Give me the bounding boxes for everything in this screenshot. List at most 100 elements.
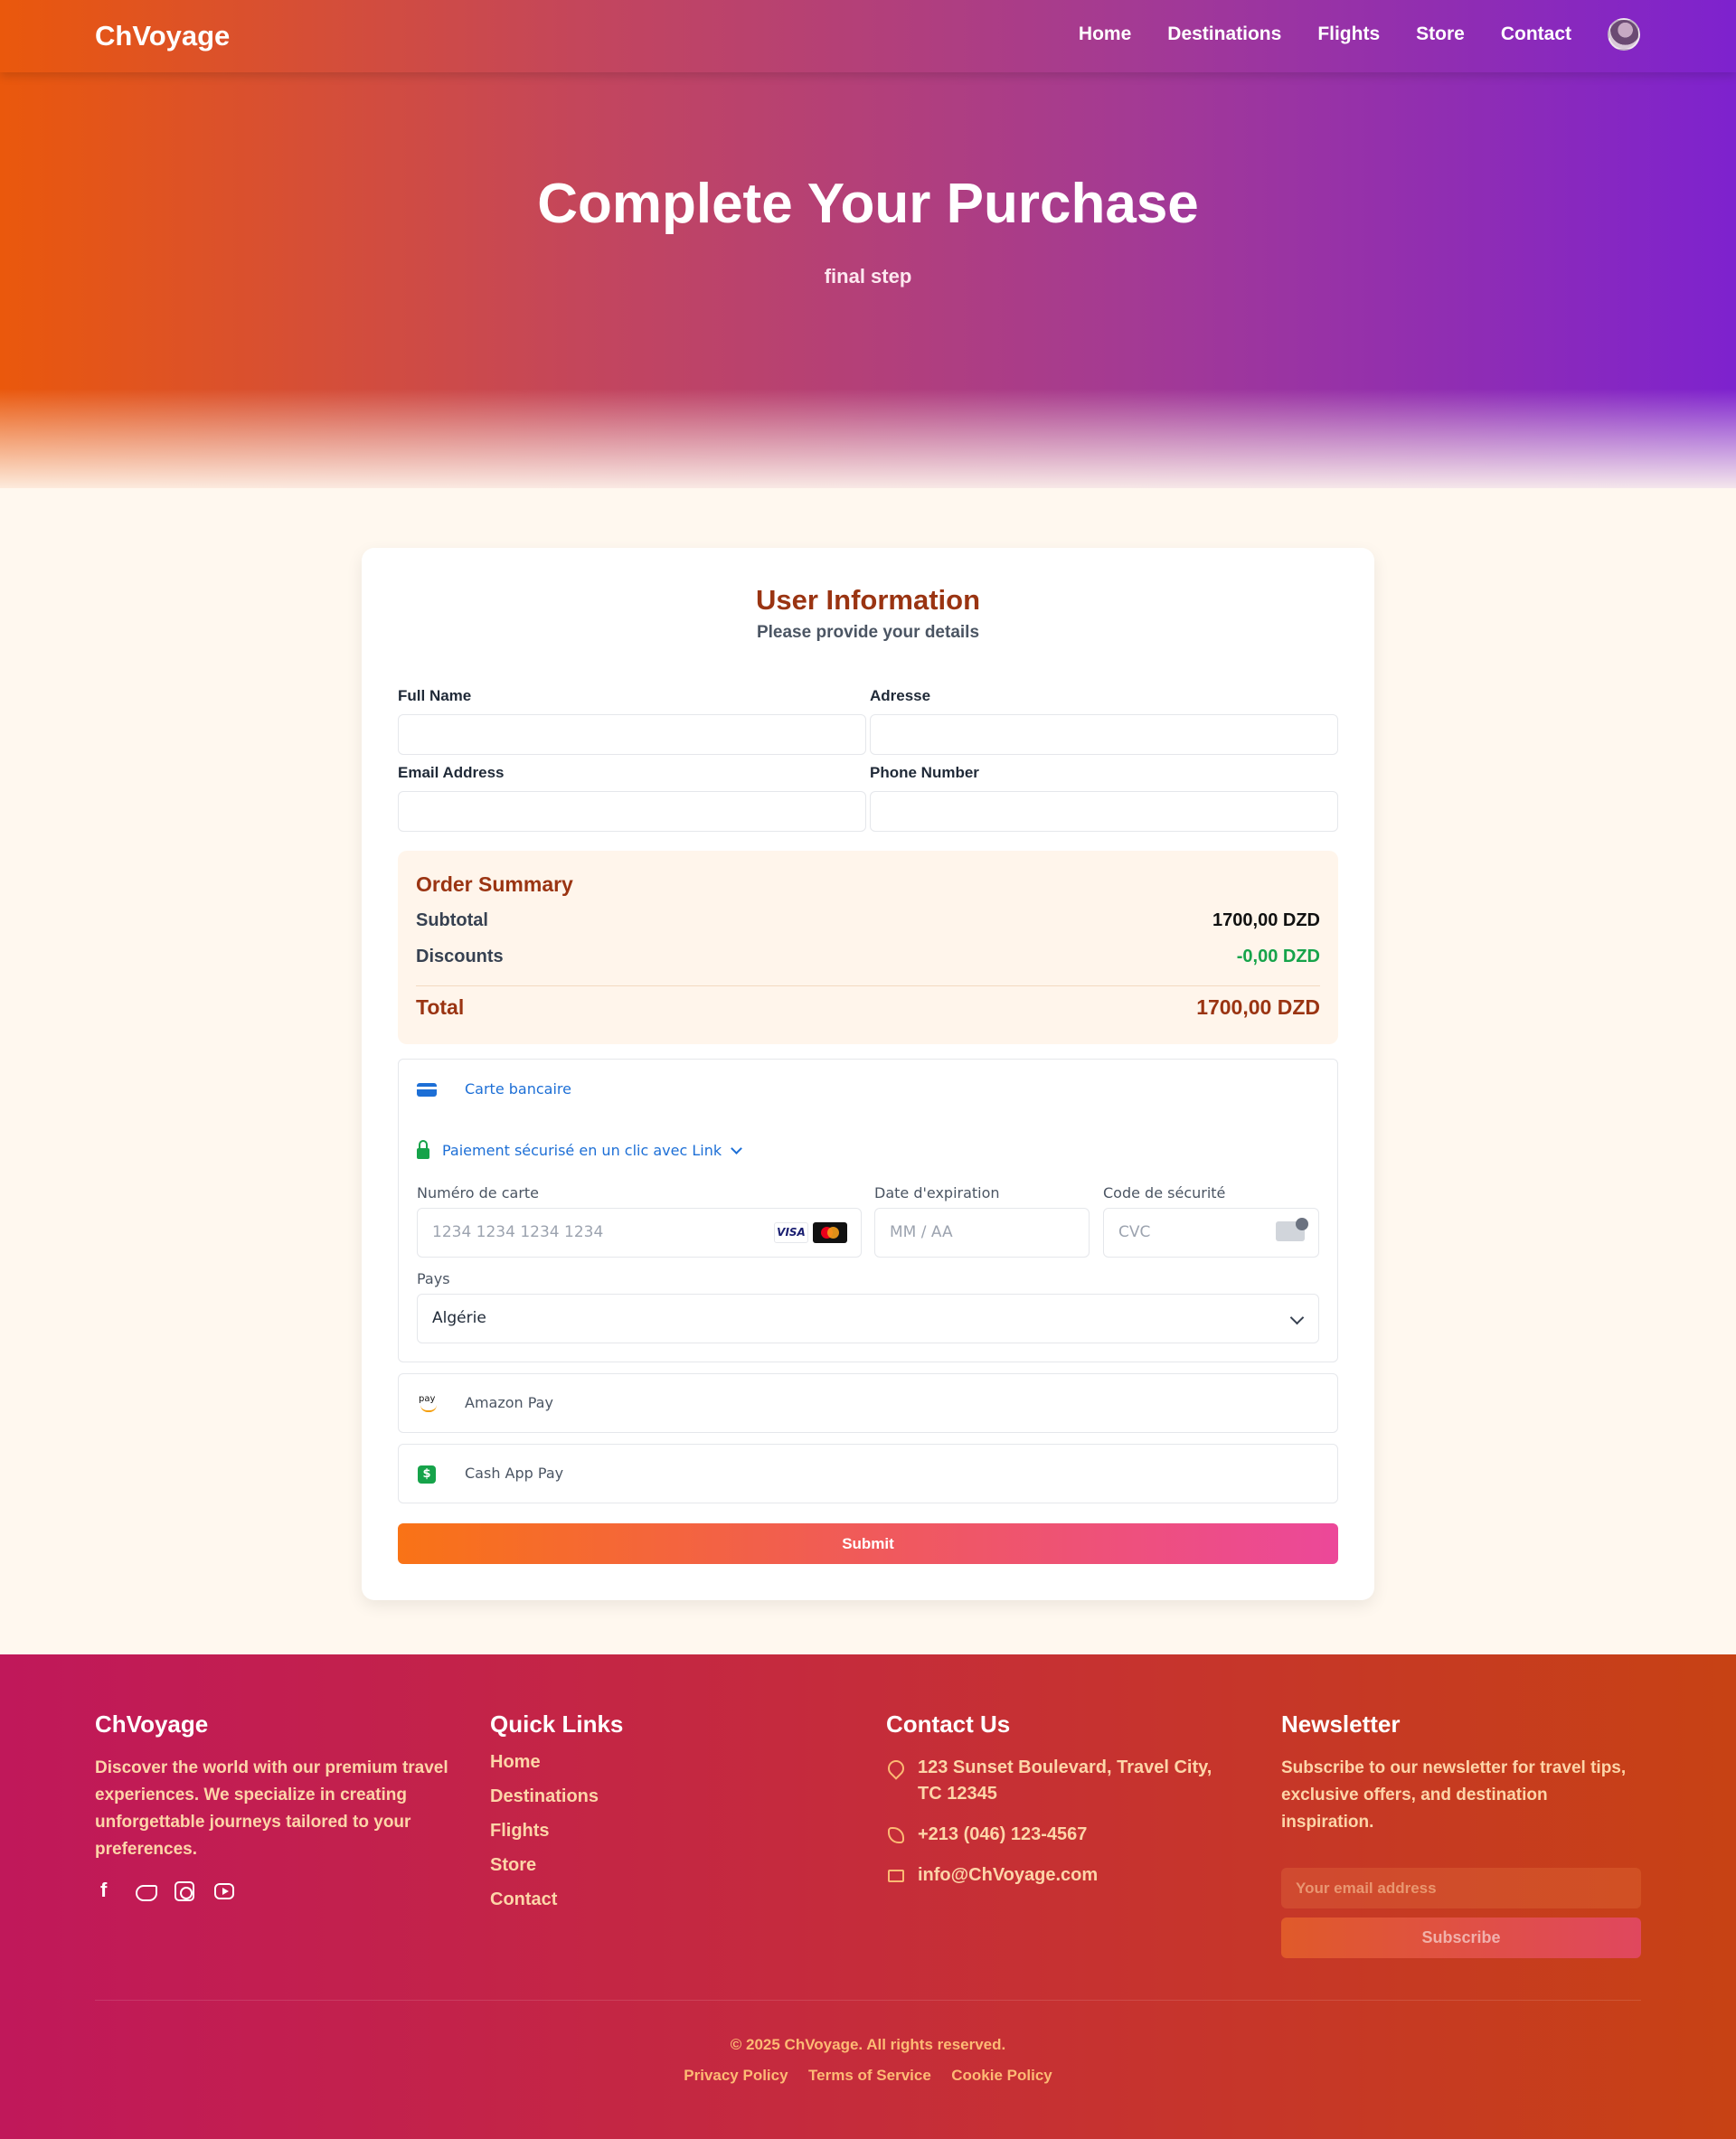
address-input[interactable] — [870, 714, 1338, 755]
footer-about: ChVoyage Discover the world with our pre… — [95, 1710, 457, 1902]
email-label: Email Address — [398, 764, 505, 781]
contact-phone-text: +213 (046) 123-4567 — [918, 1824, 1088, 1844]
phone-input[interactable] — [870, 791, 1338, 832]
subscribe-button[interactable]: Subscribe — [1281, 1918, 1641, 1958]
footer-divider — [95, 2000, 1641, 2001]
brand-logo[interactable]: ChVoyage — [95, 20, 230, 52]
phone-icon — [888, 1827, 904, 1843]
cvc-label: Code de sécurité — [1103, 1184, 1226, 1201]
main-nav: Home Destinations Flights Store Contact — [1043, 18, 1640, 51]
link-pay-text: Paiement sécurisé en un clic avec Link — [442, 1142, 722, 1159]
cash-app-pay-option[interactable]: $ Cash App Pay — [398, 1444, 1338, 1503]
address-field: Adresse — [870, 687, 1338, 755]
cvc-input[interactable]: CVC — [1103, 1208, 1319, 1258]
contact-email: info@ChVoyage.com — [886, 1862, 1230, 1889]
amazon-pay-label: Amazon Pay — [465, 1394, 553, 1411]
user-avatar[interactable] — [1608, 18, 1640, 51]
checkout-card: User Information Please provide your det… — [362, 548, 1374, 1600]
mastercard-icon — [813, 1222, 847, 1243]
cookie-policy-link[interactable]: Cookie Policy — [951, 2067, 1052, 2084]
newsletter-text: Subscribe to our newsletter for travel t… — [1281, 1758, 1627, 1832]
newsletter-title: Newsletter — [1281, 1710, 1401, 1738]
nav-contact[interactable]: Contact — [1501, 24, 1571, 45]
legal-links: Privacy Policy Terms of Service Cookie P… — [0, 2067, 1736, 2085]
footer-link-contact[interactable]: Contact — [490, 1889, 623, 1910]
card-number-input[interactable]: 1234 1234 1234 1234 VISA — [417, 1208, 862, 1258]
chevron-down-icon — [1289, 1310, 1305, 1325]
credit-card-icon — [417, 1083, 437, 1097]
full-name-input[interactable] — [398, 714, 866, 755]
total-value: 1700,00 DZD — [1196, 995, 1320, 1019]
mail-icon — [888, 1870, 904, 1882]
expiry-label: Date d'expiration — [874, 1184, 1000, 1201]
twitter-icon[interactable] — [135, 1881, 157, 1901]
email-input[interactable] — [398, 791, 866, 832]
youtube-icon[interactable] — [214, 1883, 234, 1899]
amazon-pay-icon: pay — [419, 1394, 440, 1412]
footer-about-text: Discover the world with our premium trav… — [95, 1758, 448, 1859]
social-links — [95, 1879, 457, 1902]
contact-address: 123 Sunset Boulevard, Travel City, TC 12… — [884, 1755, 1230, 1807]
terms-link[interactable]: Terms of Service — [808, 2067, 931, 2084]
footer-link-flights[interactable]: Flights — [490, 1821, 623, 1842]
chevron-down-icon — [731, 1143, 743, 1154]
link-pay-toggle[interactable]: Paiement sécurisé en un clic avec Link — [417, 1139, 743, 1159]
country-value: Algérie — [432, 1309, 486, 1327]
phone-field: Phone Number — [870, 764, 1338, 832]
cvc-placeholder: CVC — [1118, 1223, 1151, 1241]
country-select[interactable]: Algérie — [417, 1294, 1319, 1343]
facebook-icon[interactable] — [95, 1879, 115, 1902]
address-label: Adresse — [870, 687, 931, 704]
nav-destinations[interactable]: Destinations — [1167, 24, 1281, 45]
amazon-pay-option[interactable]: pay Amazon Pay — [398, 1373, 1338, 1433]
page-title: Complete Your Purchase — [537, 173, 1199, 235]
order-summary: Order Summary Subtotal 1700,00 DZD Disco… — [398, 851, 1338, 1044]
discounts-value: -0,00 DZD — [1236, 947, 1320, 966]
lock-icon — [417, 1139, 429, 1159]
cash-app-icon: $ — [418, 1465, 436, 1484]
instagram-icon[interactable] — [175, 1881, 194, 1901]
contact-title: Contact Us — [886, 1710, 1011, 1738]
card-number-placeholder: 1234 1234 1234 1234 — [432, 1223, 604, 1241]
nav-flights[interactable]: Flights — [1317, 24, 1380, 45]
hero-fade — [0, 389, 1736, 497]
total-row: Total 1700,00 DZD — [416, 995, 1320, 1020]
visa-icon: VISA — [774, 1222, 808, 1243]
phone-label: Phone Number — [870, 764, 979, 781]
top-navbar: ChVoyage Home Destinations Flights Store… — [0, 0, 1736, 72]
card-number-label: Numéro de carte — [417, 1184, 540, 1201]
nav-home[interactable]: Home — [1079, 24, 1131, 45]
expiry-input[interactable]: MM / AA — [874, 1208, 1090, 1258]
map-pin-icon — [884, 1757, 908, 1780]
card-payment-panel[interactable]: Carte bancaire Paiement sécurisé en un c… — [398, 1059, 1338, 1362]
footer-link-home[interactable]: Home — [490, 1752, 623, 1773]
site-footer: ChVoyage Discover the world with our pre… — [0, 1654, 1736, 2139]
full-name-field: Full Name — [398, 687, 866, 755]
order-summary-title: Order Summary — [416, 872, 573, 896]
contact-address-text: 123 Sunset Boulevard, Travel City, TC 12… — [918, 1757, 1212, 1804]
contact-phone: +213 (046) 123-4567 — [886, 1822, 1230, 1848]
card-method-label: Carte bancaire — [465, 1080, 571, 1098]
newsletter-email-input[interactable]: Your email address — [1281, 1868, 1641, 1908]
cvc-card-icon — [1276, 1218, 1308, 1241]
footer-quick-links: Quick Links Home Destinations Flights St… — [490, 1710, 623, 1910]
footer-link-store[interactable]: Store — [490, 1855, 623, 1876]
email-field: Email Address — [398, 764, 866, 832]
total-label: Total — [416, 995, 465, 1019]
country-label: Pays — [417, 1270, 450, 1287]
full-name-label: Full Name — [398, 687, 472, 704]
page-subtitle: final step — [824, 265, 912, 287]
footer-link-destinations[interactable]: Destinations — [490, 1786, 623, 1807]
footer-contact: Contact Us 123 Sunset Boulevard, Travel … — [884, 1710, 1230, 1889]
submit-button[interactable]: Submit — [398, 1523, 1338, 1564]
subtotal-row: Subtotal 1700,00 DZD — [416, 910, 1320, 931]
discounts-label: Discounts — [416, 947, 504, 966]
discounts-row: Discounts -0,00 DZD — [416, 947, 1320, 967]
nav-store[interactable]: Store — [1416, 24, 1465, 45]
privacy-policy-link[interactable]: Privacy Policy — [684, 2067, 788, 2084]
subtotal-label: Subtotal — [416, 910, 488, 930]
copyright: © 2025 ChVoyage. All rights reserved. — [730, 2036, 1006, 2053]
summary-divider — [416, 985, 1320, 986]
footer-newsletter: Newsletter Subscribe to our newsletter f… — [1281, 1710, 1643, 1958]
contact-email-text[interactable]: info@ChVoyage.com — [918, 1865, 1098, 1885]
